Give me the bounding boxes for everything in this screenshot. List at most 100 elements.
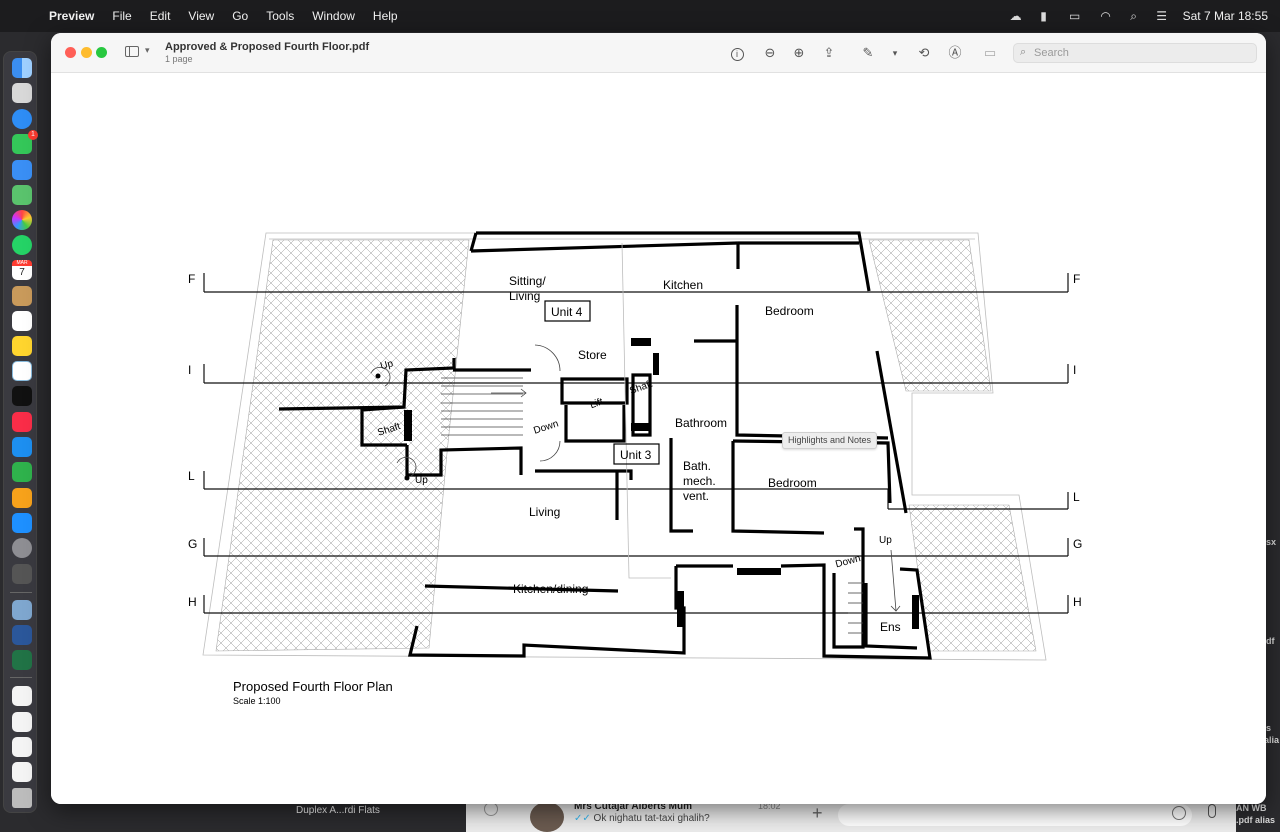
highlight-button[interactable]: ✎ bbox=[859, 44, 877, 62]
calendar-icon[interactable]: MAR 7 bbox=[12, 260, 32, 280]
preview-icon[interactable] bbox=[12, 600, 32, 620]
plan-scale: Scale 1:100 bbox=[233, 696, 281, 706]
highlight-menu-button[interactable]: ▾ bbox=[886, 44, 904, 62]
app-store-icon[interactable] bbox=[12, 513, 32, 533]
highlighter-icon: ✎ bbox=[862, 45, 874, 60]
search-field[interactable]: ⌕ bbox=[1013, 43, 1257, 63]
menu-view[interactable]: View bbox=[179, 9, 223, 23]
mail-icon[interactable] bbox=[12, 160, 32, 180]
room-label-bedroom-upper: Bedroom bbox=[765, 304, 814, 318]
read-ticks-icon: ✓✓ bbox=[574, 813, 594, 824]
sidebar-toggle-button[interactable]: ▾ bbox=[125, 44, 157, 62]
menu-app-preview[interactable]: Preview bbox=[40, 9, 103, 23]
zoom-in-button[interactable]: ⊕ bbox=[790, 44, 808, 62]
room-label-bathroom: Bathroom bbox=[675, 416, 727, 430]
numbers-icon[interactable] bbox=[12, 462, 32, 482]
cloud-icon[interactable]: ☁ bbox=[1009, 10, 1023, 22]
markup-button[interactable]: Ⓐ bbox=[946, 44, 964, 62]
zoom-out-button[interactable]: ⊖ bbox=[761, 44, 779, 62]
section-label-l-left: L bbox=[188, 469, 195, 483]
desktop-peek-label[interactable]: .pdf alias bbox=[1236, 815, 1275, 825]
freeform-icon[interactable] bbox=[12, 361, 32, 381]
whatsapp-icon[interactable] bbox=[12, 235, 32, 255]
section-label-g-left: G bbox=[188, 537, 197, 551]
spotlight-search-icon[interactable]: ⌕ bbox=[1127, 10, 1141, 22]
control-center-icon[interactable]: ☰ bbox=[1155, 10, 1169, 22]
wifi-icon[interactable]: ◠ bbox=[1099, 10, 1113, 22]
chat-settings-icon[interactable] bbox=[484, 802, 498, 816]
room-label-living-upper: Living bbox=[509, 289, 540, 303]
desktop-folder-label[interactable]: Duplex A...rdi Flats bbox=[296, 805, 380, 816]
microphone-icon[interactable] bbox=[1208, 804, 1216, 818]
attach-plus-icon[interactable]: + bbox=[812, 803, 823, 824]
shaft-fills bbox=[404, 338, 919, 629]
photos-icon[interactable] bbox=[12, 210, 32, 230]
unit-boundary bbox=[621, 242, 671, 579]
document-thumbnail-icon[interactable] bbox=[12, 737, 32, 757]
iphone-mirroring-icon[interactable] bbox=[12, 564, 32, 584]
dock-separator bbox=[10, 592, 32, 593]
section-label-l-right: L bbox=[1073, 490, 1080, 504]
info-button[interactable]: i bbox=[728, 44, 746, 62]
room-label-mech: mech. bbox=[683, 474, 716, 488]
word-icon[interactable] bbox=[12, 625, 32, 645]
desktop-peek-label[interactable]: df bbox=[1266, 636, 1275, 646]
finder-icon[interactable] bbox=[12, 58, 32, 78]
document-title[interactable]: Approved & Proposed Fourth Floor.pdf bbox=[165, 41, 369, 53]
reminders-icon[interactable] bbox=[12, 311, 32, 331]
pages-icon[interactable] bbox=[12, 488, 32, 508]
music-icon[interactable] bbox=[12, 412, 32, 432]
section-label-f-left: F bbox=[188, 272, 195, 286]
room-label-ens: Ens bbox=[880, 620, 901, 634]
battery-icon[interactable]: ▭ bbox=[1065, 10, 1085, 22]
window-toolbar[interactable]: ▾ Approved & Proposed Fourth Floor.pdf 1… bbox=[51, 33, 1266, 73]
document-canvas[interactable]: F F I I L L G G H H Sitting/ Living Kitc… bbox=[51, 73, 1266, 804]
menu-help[interactable]: Help bbox=[364, 9, 407, 23]
menu-tools[interactable]: Tools bbox=[257, 9, 303, 23]
desktop-peek-label[interactable]: alia bbox=[1264, 735, 1279, 745]
document-thumbnail-icon[interactable] bbox=[12, 712, 32, 732]
room-label-bath: Bath. bbox=[683, 459, 711, 473]
chat-last-message[interactable]: ✓✓ Ok nighatu tat-taxi ghalih? bbox=[574, 813, 710, 824]
apple-tv-icon[interactable] bbox=[12, 386, 32, 406]
messages-badge: 1 bbox=[28, 130, 38, 140]
form-filling-button[interactable]: ▭ bbox=[981, 44, 999, 62]
keynote-icon[interactable] bbox=[12, 437, 32, 457]
system-settings-icon[interactable] bbox=[12, 538, 32, 558]
document-thumbnail-icon[interactable] bbox=[12, 762, 32, 782]
section-label-h-right: H bbox=[1073, 595, 1082, 609]
room-label-bedroom-lower: Bedroom bbox=[768, 476, 817, 490]
safari-icon[interactable] bbox=[12, 109, 32, 129]
emoji-icon[interactable] bbox=[1172, 806, 1186, 820]
room-label-unit4: Unit 4 bbox=[551, 305, 583, 319]
minimize-window-button[interactable] bbox=[81, 47, 92, 58]
menu-file[interactable]: File bbox=[103, 9, 140, 23]
desktop-peek-label[interactable]: s bbox=[1266, 723, 1271, 733]
launchpad-icon[interactable] bbox=[12, 83, 32, 103]
trash-icon[interactable] bbox=[12, 788, 32, 808]
maps-icon[interactable] bbox=[12, 185, 32, 205]
plan-title: Proposed Fourth Floor Plan bbox=[233, 679, 393, 694]
menu-clock[interactable]: Sat 7 Mar 18:55 bbox=[1183, 9, 1268, 23]
menu-edit[interactable]: Edit bbox=[141, 9, 180, 23]
chat-message-input[interactable] bbox=[838, 804, 1192, 826]
share-button[interactable]: ⇪ bbox=[820, 44, 838, 62]
fullscreen-window-button[interactable] bbox=[96, 47, 107, 58]
chat-avatar[interactable] bbox=[530, 802, 564, 832]
desktop-peek-label[interactable]: AN WB bbox=[1236, 803, 1267, 813]
document-thumbnail-icon[interactable] bbox=[12, 686, 32, 706]
contacts-icon[interactable] bbox=[12, 286, 32, 306]
close-window-button[interactable] bbox=[65, 47, 76, 58]
desktop-peek-label[interactable]: sx bbox=[1266, 537, 1276, 547]
rotate-icon: ⟲ bbox=[918, 45, 930, 60]
menu-go[interactable]: Go bbox=[223, 9, 257, 23]
section-label-g-right: G bbox=[1073, 537, 1082, 551]
search-input[interactable] bbox=[1034, 45, 1252, 61]
contact-card-icon[interactable]: ▮ bbox=[1037, 10, 1051, 22]
excel-icon[interactable] bbox=[12, 650, 32, 670]
rotate-button[interactable]: ⟲ bbox=[915, 44, 933, 62]
notes-icon[interactable] bbox=[12, 336, 32, 356]
menu-window[interactable]: Window bbox=[303, 9, 364, 23]
whatsapp-chat-strip: Mrs Cutajar Alberts Mum ✓✓ Ok nighatu ta… bbox=[466, 800, 1236, 832]
stair-pivot bbox=[375, 373, 381, 379]
